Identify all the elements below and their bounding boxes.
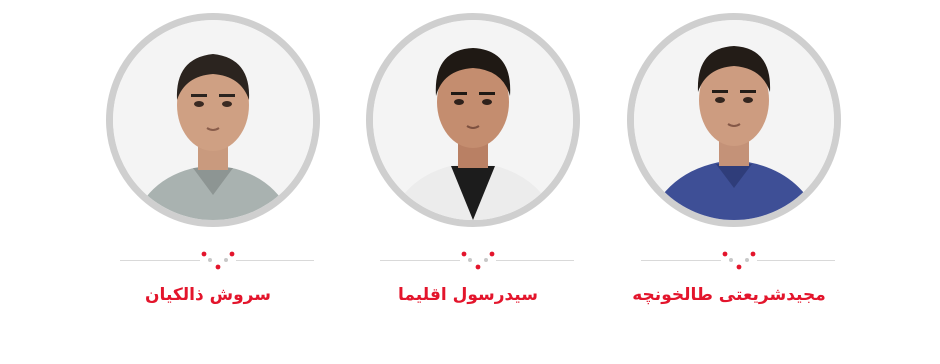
person-card-2: سیدرسول اقلیما	[358, 0, 580, 364]
person-card-1: سروش ذالکیان	[98, 0, 320, 364]
portrait-frame	[106, 13, 320, 227]
divider-line	[380, 260, 460, 261]
portrait-photo-icon	[373, 20, 573, 220]
divider-line	[757, 260, 835, 261]
person-name: مجیدشریعتی طالخونچه	[632, 285, 826, 305]
divider-line	[236, 260, 314, 261]
divider-line	[641, 260, 721, 261]
portrait-frame	[366, 13, 580, 227]
person-name: سروش ذالکیان	[145, 285, 271, 305]
divider-line	[120, 260, 200, 261]
dot-ornament-icon	[461, 251, 495, 270]
portrait-photo-icon	[113, 20, 313, 220]
portrait-frame	[627, 13, 841, 227]
person-name: سیدرسول اقلیما	[398, 285, 538, 305]
dot-ornament-icon	[722, 251, 756, 270]
portrait-photo-icon	[634, 20, 834, 220]
dot-ornament-icon	[201, 251, 235, 270]
person-card-3: مجیدشریعتی طالخونچه	[619, 0, 841, 364]
divider-line	[496, 260, 574, 261]
